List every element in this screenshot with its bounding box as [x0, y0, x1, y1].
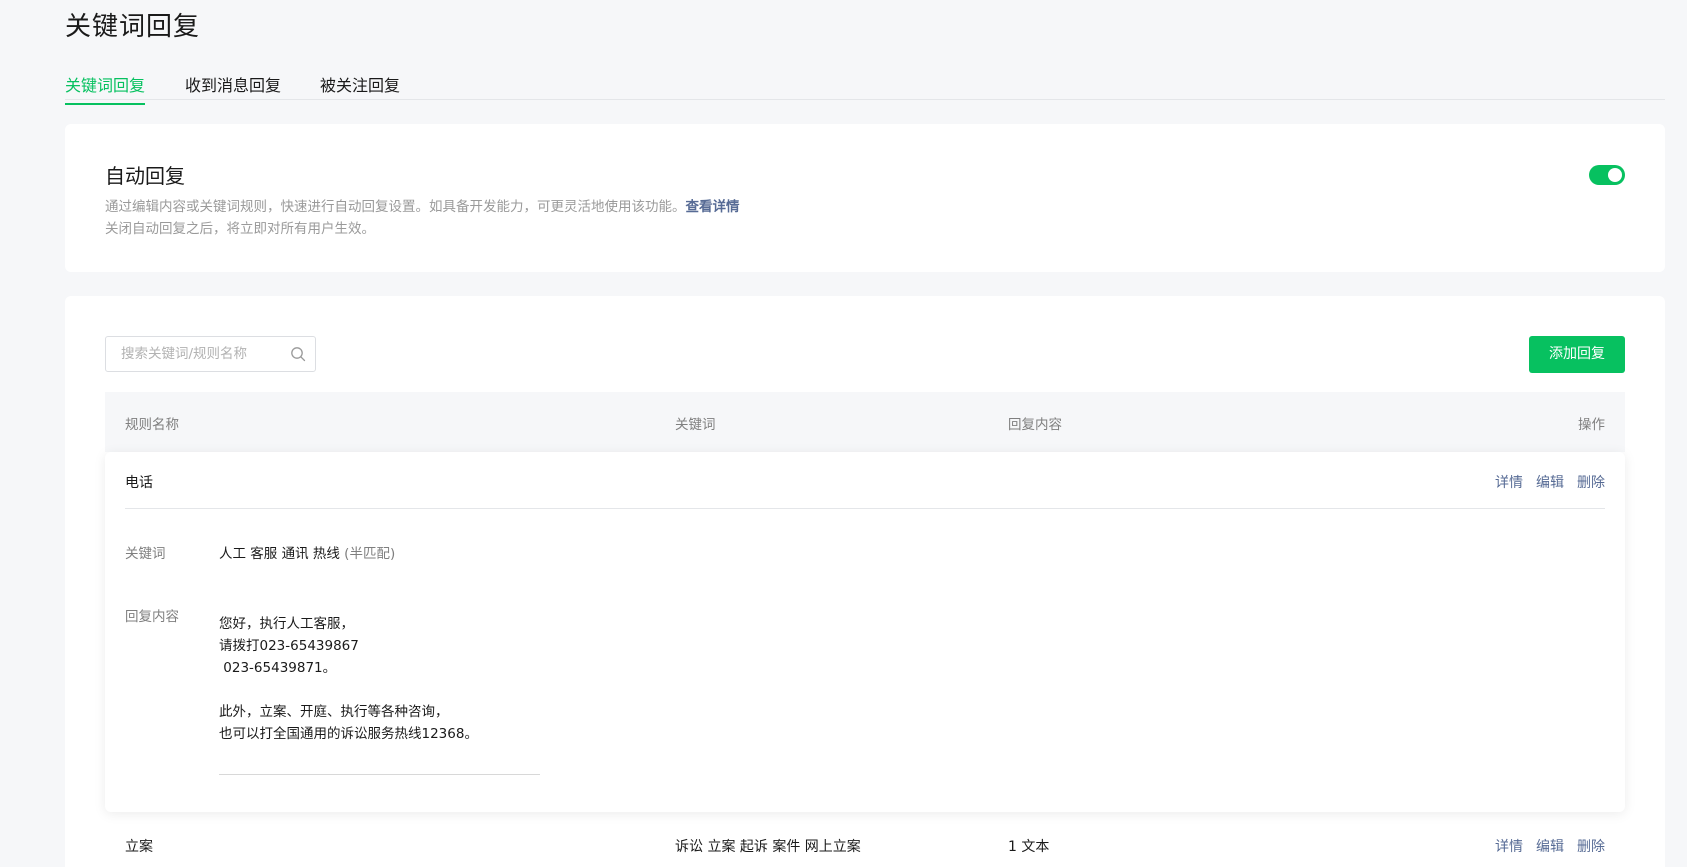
details-button[interactable]: 详情	[1495, 475, 1523, 491]
view-details-link[interactable]: 查看详情	[686, 199, 740, 215]
tab-message-reply[interactable]: 收到消息回复	[185, 72, 281, 103]
expanded-rule-panel: 电话 详情 编辑 删除 关键词 人工 客服 通讯 热线 (半匹配) 回复内容 您好，…	[105, 452, 1625, 812]
delete-button[interactable]: 删除	[1577, 475, 1605, 491]
delete-button[interactable]: 删除	[1577, 839, 1605, 855]
header-keywords: 关键词	[675, 417, 716, 433]
reply-line: 023-65439871。	[219, 660, 337, 676]
tab-keyword-reply[interactable]: 关键词回复	[65, 72, 146, 105]
reply-line: 您好，执行人工客服，	[219, 616, 354, 632]
page-title: 关键词回复	[65, 12, 201, 42]
auto-reply-desc-line1: 通过编辑内容或关键词规则，快速进行自动回复设置。如具备开发能力，可更灵活地使用该…	[105, 199, 686, 215]
toggle-knob	[1608, 168, 1622, 182]
rules-list-card: 添加回复 规则名称 关键词 回复内容 操作 电话 详情编辑删除 关键词 人工 客…	[65, 296, 1665, 867]
search-box	[105, 336, 316, 372]
auto-reply-toggle[interactable]	[1589, 165, 1625, 185]
row-rule-name: 立案	[125, 839, 153, 855]
keyword-label: 关键词	[125, 546, 166, 562]
search-icon[interactable]	[290, 346, 306, 362]
auto-reply-description: 通过编辑内容或关键词规则，快速进行自动回复设置。如具备开发能力，可更灵活地使用该…	[105, 196, 740, 240]
edit-button[interactable]: 编辑	[1536, 475, 1564, 491]
add-reply-button[interactable]: 添加回复	[1529, 336, 1625, 373]
header-reply-content: 回复内容	[1008, 417, 1062, 433]
rule-name: 电话	[125, 475, 153, 491]
edit-button[interactable]: 编辑	[1536, 839, 1564, 855]
row-actions: 详情 编辑 删除	[1482, 836, 1605, 856]
auto-reply-title: 自动回复	[105, 164, 185, 188]
tab-bar: 关键词回复 收到消息回复 被关注回复	[65, 68, 1665, 105]
match-mode: (半匹配)	[344, 546, 396, 562]
row-keywords: 诉讼 立案 起诉 案件 网上立案	[675, 839, 861, 855]
rule-actions: 详情 编辑 删除	[1482, 472, 1605, 492]
reply-content-text: 您好，执行人工客服， 请拨打023-65439867 023-65439871。…	[219, 613, 478, 745]
auto-reply-card: 自动回复 通过编辑内容或关键词规则，快速进行自动回复设置。如具备开发能力，可更灵…	[65, 124, 1665, 272]
keyword-list: 人工 客服 通讯 热线	[219, 546, 340, 562]
table-header: 规则名称 关键词 回复内容 操作	[105, 392, 1625, 452]
content-divider	[219, 774, 540, 775]
auto-reply-desc-line2: 关闭自动回复之后，将立即对所有用户生效。	[105, 221, 375, 237]
expanded-rule-header: 电话 详情 编辑 删除	[125, 452, 1605, 509]
header-actions: 操作	[1578, 417, 1605, 433]
reply-line: 也可以打全国通用的诉讼服务热线12368。	[219, 726, 478, 742]
reply-line: 此外，立案、开庭、执行等各种咨询，	[219, 704, 449, 720]
row-reply-content: 1 文本	[1008, 839, 1050, 855]
keyword-value: 人工 客服 通讯 热线 (半匹配)	[219, 542, 395, 562]
reply-line: 请拨打023-65439867	[219, 638, 359, 654]
header-rule-name: 规则名称	[125, 417, 179, 433]
table-row[interactable]: 立案 诉讼 立案 起诉 案件 网上立案 1 文本 详情 编辑 删除	[105, 816, 1625, 867]
reply-line	[219, 679, 478, 701]
reply-content-label: 回复内容	[125, 609, 179, 625]
search-input[interactable]	[106, 337, 276, 371]
details-button[interactable]: 详情	[1495, 839, 1523, 855]
tab-follow-reply[interactable]: 被关注回复	[320, 72, 400, 103]
